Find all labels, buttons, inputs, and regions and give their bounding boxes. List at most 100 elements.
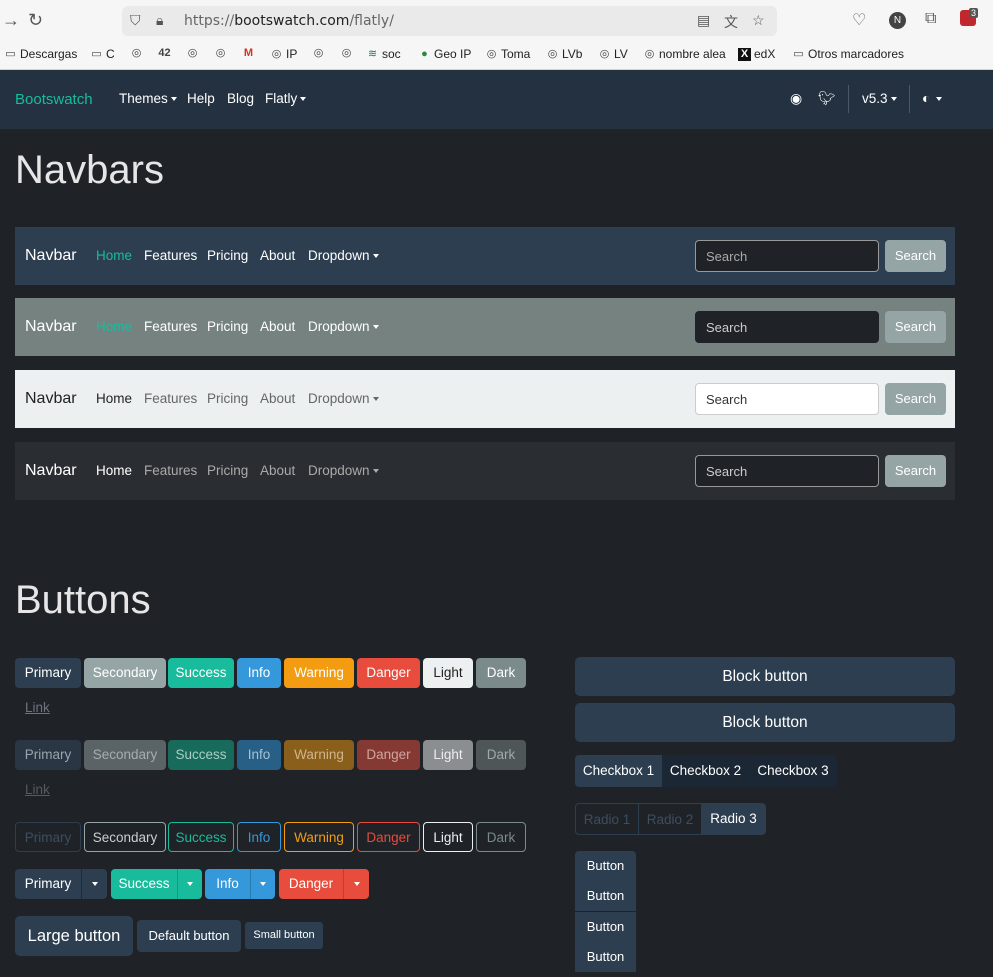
success-button[interactable]: Success: [168, 658, 234, 688]
blog-link[interactable]: Blog: [227, 91, 254, 106]
checkbox-1-button[interactable]: Checkbox 1: [575, 755, 662, 787]
nav-about[interactable]: About: [260, 391, 295, 406]
bookmark-item[interactable]: ◎: [214, 47, 227, 60]
bookmark-star-icon[interactable]: ☆: [752, 12, 765, 29]
radio-1-button[interactable]: Radio 1: [575, 803, 639, 835]
url-bar[interactable]: ⛉ 🔒︎ https://bootswatch.com/flatly/ ▤ 文 …: [122, 6, 777, 36]
nav-home[interactable]: Home: [96, 319, 132, 334]
navbar-brand[interactable]: Navbar: [25, 462, 77, 480]
forward-icon[interactable]: →: [2, 10, 20, 31]
checkbox-2-button[interactable]: Checkbox 2: [662, 755, 749, 787]
bookmark-item[interactable]: ◎: [186, 47, 199, 60]
primary-split-toggle[interactable]: [81, 869, 107, 899]
danger-button[interactable]: Danger: [357, 658, 420, 688]
vertical-button[interactable]: Button: [575, 881, 636, 911]
flatly-dropdown[interactable]: Flatly: [265, 91, 307, 106]
url-text[interactable]: https://bootswatch.com/flatly/: [184, 13, 394, 29]
warning-outline-button[interactable]: Warning: [284, 822, 354, 852]
large-button[interactable]: Large button: [15, 916, 133, 956]
success-split-toggle[interactable]: [177, 869, 202, 899]
bookmark-item[interactable]: XedX: [738, 47, 775, 61]
default-button[interactable]: Default button: [137, 920, 241, 952]
nav-home[interactable]: Home: [96, 391, 132, 406]
warning-button[interactable]: Warning: [284, 658, 354, 688]
radio-3-button[interactable]: Radio 3: [701, 803, 766, 835]
secondary-outline-button[interactable]: Secondary: [84, 822, 166, 852]
bookmark-item[interactable]: ◎: [340, 47, 353, 60]
reload-icon[interactable]: ↻: [28, 10, 43, 31]
bookmark-item[interactable]: ▭ Descargas: [4, 47, 77, 61]
bookmark-item[interactable]: ● Geo IP: [418, 47, 471, 61]
nav-dropdown[interactable]: Dropdown: [308, 391, 379, 406]
vertical-button[interactable]: Button: [575, 942, 636, 972]
dark-button[interactable]: Dark: [476, 658, 526, 688]
block-button[interactable]: Block button: [575, 703, 955, 742]
checkbox-3-button[interactable]: Checkbox 3: [749, 755, 837, 787]
primary-split-button[interactable]: Primary: [15, 869, 81, 899]
nav-dropdown[interactable]: Dropdown: [308, 319, 379, 334]
version-dropdown[interactable]: v5.3: [862, 91, 897, 106]
link-button[interactable]: Link: [25, 700, 50, 715]
navbar-brand[interactable]: Navbar: [25, 390, 77, 408]
search-button[interactable]: Search: [885, 311, 946, 343]
vertical-button[interactable]: Button: [575, 851, 636, 881]
navbar-brand[interactable]: Navbar: [25, 247, 77, 265]
bookmark-item[interactable]: ◎ LV: [598, 47, 628, 61]
success-outline-button[interactable]: Success: [168, 822, 234, 852]
light-button[interactable]: Light: [423, 658, 473, 688]
bookmark-item[interactable]: ◎ LVb: [546, 47, 583, 61]
danger-split-button[interactable]: Danger: [279, 869, 343, 899]
search-button[interactable]: Search: [885, 455, 946, 487]
dark-outline-button[interactable]: Dark: [476, 822, 526, 852]
nav-about[interactable]: About: [260, 248, 295, 263]
info-split-toggle[interactable]: [250, 869, 275, 899]
search-button[interactable]: Search: [885, 240, 946, 272]
danger-split-toggle[interactable]: [343, 869, 369, 899]
nav-pricing[interactable]: Pricing: [207, 463, 248, 478]
profile-avatar[interactable]: N: [889, 12, 906, 29]
bookmark-item[interactable]: ▭ Otros marcadores: [792, 47, 904, 61]
primary-button[interactable]: Primary: [15, 658, 81, 688]
bookmark-item[interactable]: M: [242, 47, 255, 60]
translate-icon[interactable]: 文: [724, 12, 738, 32]
primary-outline-button[interactable]: Primary: [15, 822, 81, 852]
nav-about[interactable]: About: [260, 319, 295, 334]
github-icon[interactable]: ◉: [790, 90, 802, 107]
help-link[interactable]: Help: [187, 91, 215, 106]
nav-dropdown[interactable]: Dropdown: [308, 463, 379, 478]
info-split-button[interactable]: Info: [205, 869, 250, 899]
bookmark-item[interactable]: 42: [158, 47, 171, 60]
bookmark-item[interactable]: ◎: [312, 47, 325, 60]
bookmark-item[interactable]: ▭ C: [90, 47, 114, 61]
search-input[interactable]: Search: [695, 311, 879, 343]
bookmark-item[interactable]: ◎: [130, 47, 143, 60]
bookmark-item[interactable]: ◎ nombre alea: [643, 47, 726, 61]
vertical-button[interactable]: Button: [575, 912, 636, 942]
secondary-button[interactable]: Secondary: [84, 658, 166, 688]
search-input[interactable]: Search: [695, 455, 879, 487]
nav-features[interactable]: Features: [144, 391, 197, 406]
navbar-brand[interactable]: Navbar: [25, 318, 77, 336]
nav-pricing[interactable]: Pricing: [207, 248, 248, 263]
twitter-icon[interactable]: 🐦︎: [818, 90, 836, 107]
site-brand[interactable]: Bootswatch: [15, 91, 93, 108]
success-split-button[interactable]: Success: [111, 869, 177, 899]
nav-dropdown[interactable]: Dropdown: [308, 248, 379, 263]
small-button[interactable]: Small button: [245, 922, 323, 949]
nav-pricing[interactable]: Pricing: [207, 319, 248, 334]
danger-outline-button[interactable]: Danger: [357, 822, 420, 852]
nav-about[interactable]: About: [260, 463, 295, 478]
pocket-icon[interactable]: ♡: [852, 10, 866, 30]
reader-view-icon[interactable]: ▤: [697, 12, 710, 29]
radio-2-button[interactable]: Radio 2: [638, 803, 702, 835]
info-outline-button[interactable]: Info: [237, 822, 281, 852]
bookmark-item[interactable]: ◎ IP: [270, 47, 298, 61]
light-outline-button[interactable]: Light: [423, 822, 473, 852]
nav-home[interactable]: Home: [96, 248, 132, 263]
search-input[interactable]: Search: [695, 383, 879, 415]
nav-features[interactable]: Features: [144, 248, 197, 263]
nav-pricing[interactable]: Pricing: [207, 391, 248, 406]
block-button[interactable]: Block button: [575, 657, 955, 696]
info-button[interactable]: Info: [237, 658, 281, 688]
theme-toggle[interactable]: ◐: [922, 90, 943, 106]
